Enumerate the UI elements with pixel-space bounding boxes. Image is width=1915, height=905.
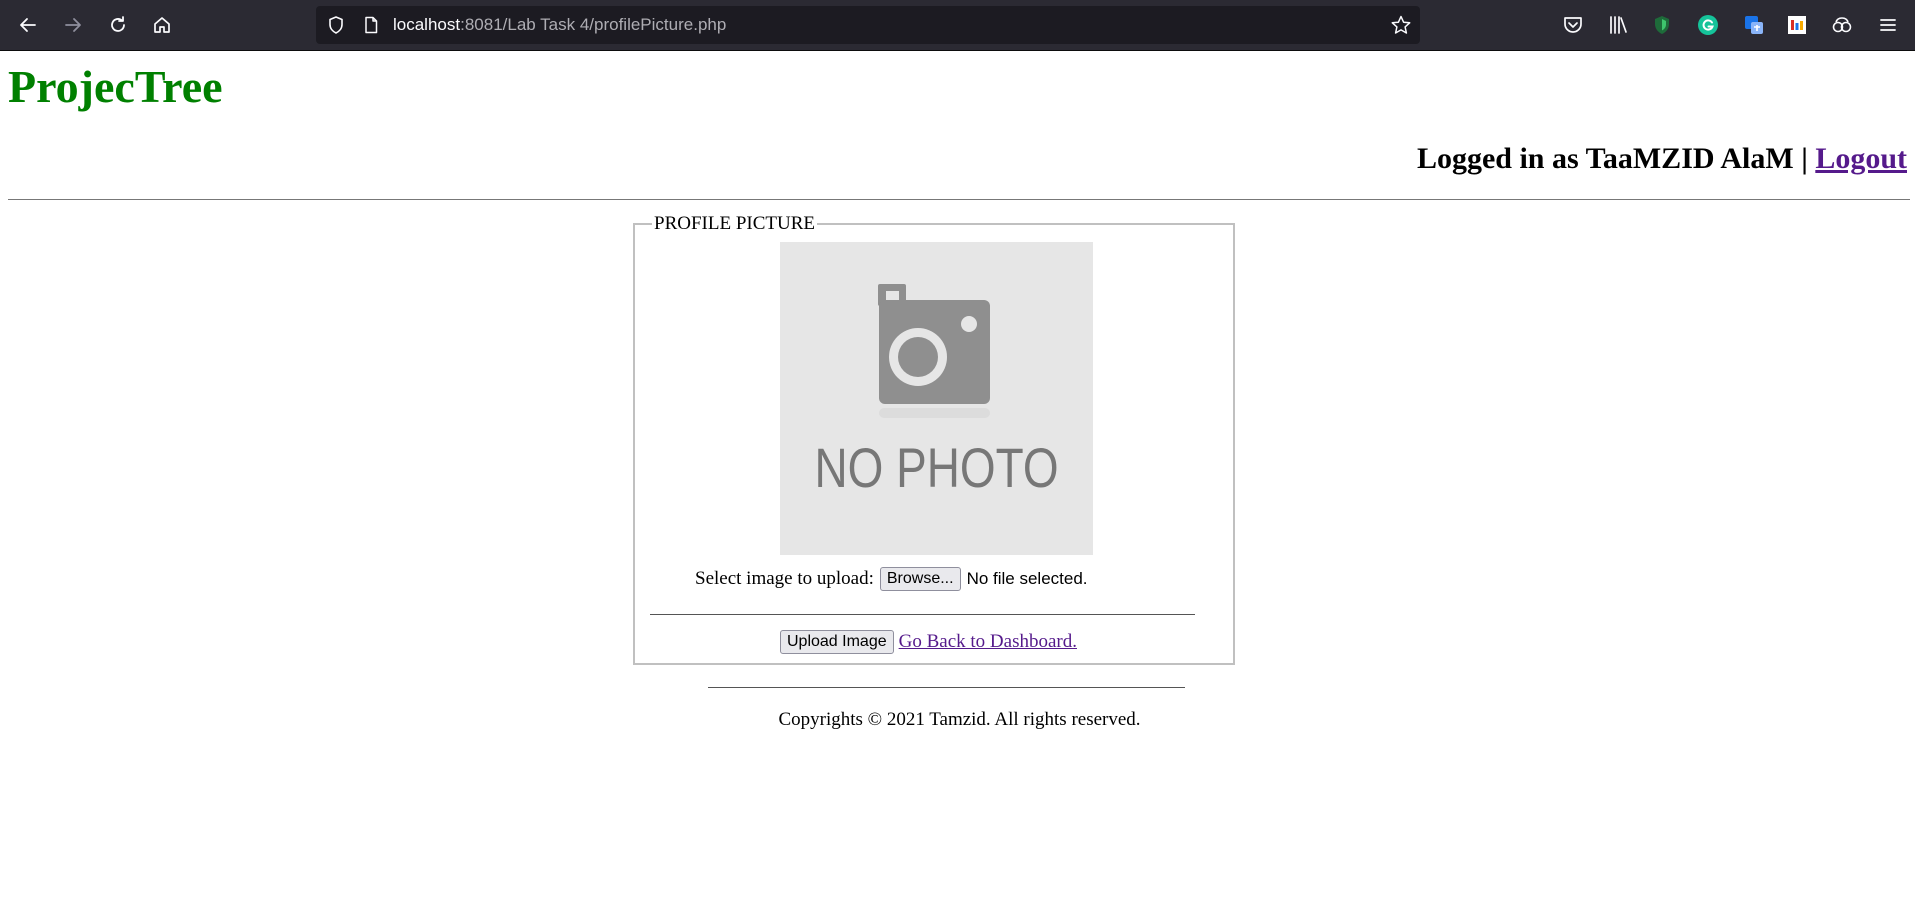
- library-icon[interactable]: [1606, 13, 1630, 37]
- login-status: Logged in as TaaMZID AlaM | Logout: [1417, 141, 1907, 177]
- footer: Copyrights © 2021 Tamzid. All rights res…: [0, 709, 1915, 731]
- url-text[interactable]: localhost:8081/Lab Task 4/profilePicture…: [393, 15, 726, 35]
- shield-icon[interactable]: [326, 15, 346, 35]
- url-bar[interactable]: localhost:8081/Lab Task 4/profilePicture…: [316, 6, 1420, 44]
- upload-row: Select image to upload: Browse... No fil…: [695, 565, 1088, 593]
- menu-icon[interactable]: [1876, 13, 1900, 37]
- reload-icon[interactable]: [102, 9, 134, 41]
- page-icon[interactable]: [361, 15, 381, 35]
- browse-button[interactable]: Browse...: [879, 567, 961, 591]
- logout-link[interactable]: Logout: [1815, 142, 1907, 175]
- page-content: ProjecTree Logged in as TaaMZID AlaM | L…: [0, 51, 1915, 905]
- file-status: No file selected.: [966, 569, 1088, 588]
- header-divider: [8, 199, 1910, 200]
- shield-extension-icon[interactable]: [1650, 13, 1674, 37]
- camera-icon: [878, 284, 990, 418]
- bookmark-star-icon[interactable]: [1390, 14, 1412, 36]
- back-icon[interactable]: [12, 9, 44, 41]
- copyright-text: Copyrights © 2021 Tamzid. All rights res…: [778, 709, 1141, 730]
- color-extension-icon[interactable]: [1785, 13, 1809, 37]
- profile-picture-fieldset: PROFILE PICTURE NO PHOTO Select image to…: [633, 214, 1235, 665]
- translate-icon[interactable]: [1742, 13, 1766, 37]
- forward-icon[interactable]: [57, 9, 89, 41]
- pocket-icon[interactable]: [1561, 13, 1585, 37]
- fieldset-legend: PROFILE PICTURE: [652, 213, 817, 234]
- form-divider: [650, 614, 1195, 615]
- grammarly-icon[interactable]: [1696, 13, 1720, 37]
- extension-puzzle-icon[interactable]: [1830, 13, 1854, 37]
- back-to-dashboard-link[interactable]: Go Back to Dashboard.: [899, 631, 1077, 653]
- profile-photo-placeholder: NO PHOTO: [780, 242, 1093, 555]
- select-image-label: Select image to upload:: [695, 568, 874, 589]
- footer-divider: [708, 687, 1185, 688]
- brand-title: ProjecTree: [8, 61, 223, 112]
- no-photo-text: NO PHOTO: [814, 436, 1059, 499]
- action-row: Upload Image Go Back to Dashboard.: [780, 630, 1077, 654]
- home-icon[interactable]: [146, 9, 178, 41]
- login-text: Logged in as TaaMZID AlaM |: [1416, 142, 1816, 175]
- browser-toolbar: localhost:8081/Lab Task 4/profilePicture…: [0, 0, 1915, 51]
- upload-image-button[interactable]: Upload Image: [780, 630, 894, 654]
